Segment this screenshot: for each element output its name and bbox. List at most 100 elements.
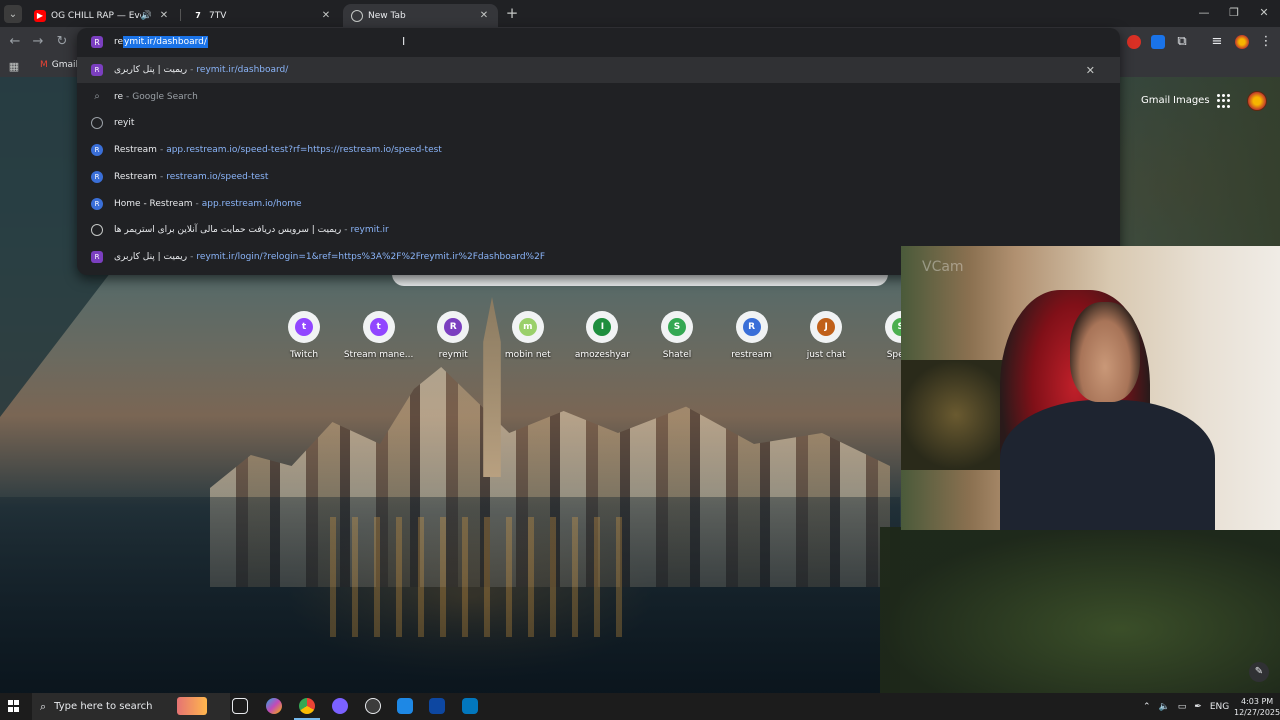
profile-icon[interactable] <box>1235 35 1249 49</box>
restore-icon[interactable]: ❐ <box>1219 4 1249 22</box>
extensions-puzzle-icon[interactable]: ⧉ <box>1173 33 1191 51</box>
google-apps-icon[interactable] <box>1217 94 1231 108</box>
remove-suggestion-icon[interactable]: ✕ <box>1086 64 1095 77</box>
shortcut-tile[interactable]: t Twitch <box>269 311 339 360</box>
shortcut-tile[interactable]: S Shatel <box>642 311 712 360</box>
restream-icon: R <box>91 170 103 183</box>
audio-playing-icon[interactable]: 🔊 <box>141 11 152 21</box>
shortcut-glyph: m <box>518 318 537 336</box>
close-tab-icon[interactable]: ✕ <box>158 10 170 21</box>
shortcut-label: just chat <box>806 350 846 360</box>
extension-red-icon[interactable] <box>1127 35 1141 49</box>
menu-kebab-icon[interactable]: ⋮ <box>1257 33 1275 51</box>
settings-app-icon[interactable] <box>365 698 381 714</box>
minimize-icon[interactable]: — <box>1189 4 1219 22</box>
omnibox-suggestion[interactable]: reyit <box>77 110 1120 136</box>
taskbar-search-placeholder: Type here to search <box>54 701 153 712</box>
suggestion-title: Restream <box>114 171 157 182</box>
shortcut-label: restream <box>731 350 772 360</box>
suggestion-url: restream.io/speed-test <box>166 171 269 182</box>
suggestion-url: reymit.ir <box>350 225 389 236</box>
shortcut-tile[interactable]: Rreymit <box>418 311 488 360</box>
clock-time: 4:03 PM <box>1240 697 1274 706</box>
reload-icon[interactable]: ↻ <box>53 33 71 51</box>
omnibox-suggestion[interactable]: R ریمیت | پنل کاربری - reymit.ir/dashboard/… <box>77 57 1120 83</box>
extension-blue-icon[interactable] <box>1151 35 1165 49</box>
pen-icon[interactable]: ✒ <box>1194 702 1202 712</box>
back-icon[interactable]: ← <box>6 33 24 51</box>
shortcut-tile[interactable]: Rrestream <box>717 311 787 360</box>
address-bar[interactable]: R re ymit.ir/dashboard/ I <box>77 28 1120 56</box>
profile-avatar[interactable] <box>1247 91 1267 111</box>
suggestion-separator: - <box>159 145 164 156</box>
gmail-link[interactable]: Gmail <box>1141 95 1170 106</box>
taskbar-search[interactable]: ⌕ Type here to search <box>32 693 230 720</box>
search-highlight-icon <box>177 697 207 715</box>
close-window-icon[interactable]: ✕ <box>1249 4 1279 22</box>
language-indicator[interactable]: ENG <box>1210 702 1229 712</box>
shortcut-icon: R <box>735 311 768 343</box>
history-icon <box>91 117 103 130</box>
suggestion-title: re <box>114 91 124 102</box>
suggestion-title: ریمیت | پنل کاربری <box>114 251 188 262</box>
shortcut-label: amozeshyar <box>574 350 630 360</box>
person-body <box>1000 400 1215 530</box>
omnibox-suggestion[interactable]: R Restream - restream.io/speed-test <box>77 164 1120 190</box>
shortcut-icon: J <box>810 311 843 343</box>
app-blue-icon[interactable] <box>397 698 413 714</box>
close-tab-icon[interactable]: ✕ <box>478 10 490 21</box>
task-view-icon[interactable] <box>232 698 248 714</box>
tab-new-tab[interactable]: New Tab ✕ <box>343 4 498 27</box>
copilot-icon[interactable] <box>266 698 282 714</box>
lights-reflection <box>330 517 630 637</box>
customize-pencil-icon[interactable]: ✎ <box>1249 662 1269 682</box>
shortcut-tile[interactable]: m mobin net <box>493 311 563 360</box>
clock-date: 12/27/2025 <box>1234 708 1280 717</box>
images-link[interactable]: Images <box>1173 95 1210 106</box>
bookmark-gmail[interactable]: M Gmail <box>40 60 78 70</box>
forward-icon[interactable]: → <box>29 33 47 51</box>
tab-title: OG CHILL RAP — Everyday <box>51 10 141 21</box>
windows-start-icon[interactable] <box>8 700 20 712</box>
omnibox-suggestion[interactable]: ریمیت | سرویس دریافت حمایت مالی آنلاین ب… <box>77 217 1120 243</box>
shortcut-icon: t <box>362 311 395 343</box>
network-icon[interactable]: ▭ <box>1178 702 1187 712</box>
close-tab-icon[interactable]: ✕ <box>320 10 332 21</box>
new-tab-button[interactable]: + <box>504 6 520 22</box>
omnibox-suggestion[interactable]: R Home - Restream - app.restream.io/home <box>77 191 1120 217</box>
shortcut-glyph: R <box>742 318 761 336</box>
omnibox-suggestion[interactable]: R Restream - app.restream.io/speed-test?rf=… <box>77 137 1120 163</box>
obs-icon[interactable] <box>332 698 348 714</box>
system-tray[interactable]: ⌃ 🔈 ▭ ✒ ENG <box>1143 693 1229 720</box>
apps-grid-icon[interactable]: ▦ <box>5 58 23 76</box>
chrome-taskbar-icon[interactable] <box>299 698 315 714</box>
restream-icon: R <box>91 144 103 157</box>
tab-og-chill-rap[interactable]: ▶ OG CHILL RAP — Everyday 🔊 ✕ <box>26 4 178 27</box>
chrome-icon <box>351 9 363 22</box>
suggestion-title: reyit <box>114 118 135 129</box>
shortcut-glyph: J <box>817 318 836 336</box>
tab-search-chevron-icon[interactable]: ⌄ <box>4 5 22 23</box>
app-v-icon[interactable] <box>462 698 478 714</box>
bookmark-label: Gmail <box>51 60 79 70</box>
shortcut-icon: m <box>511 311 544 343</box>
tray-chevron-icon[interactable]: ⌃ <box>1143 702 1151 712</box>
suggestion-url: app.restream.io/home <box>201 198 302 209</box>
shortcut-glyph: t <box>295 318 313 336</box>
omnibox-suggestion[interactable]: ⌕ re - Google Search <box>77 84 1120 110</box>
volume-icon[interactable]: 🔈 <box>1159 702 1170 712</box>
shortcut-label: Twitch <box>289 350 319 360</box>
shortcut-tile[interactable]: Jjust chat <box>791 311 861 360</box>
shortcut-label: Stream mane... <box>343 350 414 360</box>
plant-scenery <box>901 360 1011 470</box>
reading-list-icon[interactable]: ≡ <box>1208 33 1226 51</box>
taskbar-clock[interactable]: 4:03 PM 12/27/2025 <box>1234 696 1280 718</box>
tab-7tv[interactable]: 7 7TV ✕ <box>184 4 340 27</box>
app-p-icon[interactable] <box>429 698 445 714</box>
shortcut-icon: t <box>288 311 320 343</box>
shortcut-tile[interactable]: Iamozeshyar <box>567 311 637 360</box>
tab-strip: ⌄ ▶ OG CHILL RAP — Everyday 🔊 ✕ 7 7TV ✕ … <box>0 0 1280 27</box>
suggestion-description: Google Search <box>132 91 198 102</box>
gmail-icon: M <box>40 60 48 70</box>
shortcut-tile[interactable]: t Stream mane... <box>344 311 414 360</box>
